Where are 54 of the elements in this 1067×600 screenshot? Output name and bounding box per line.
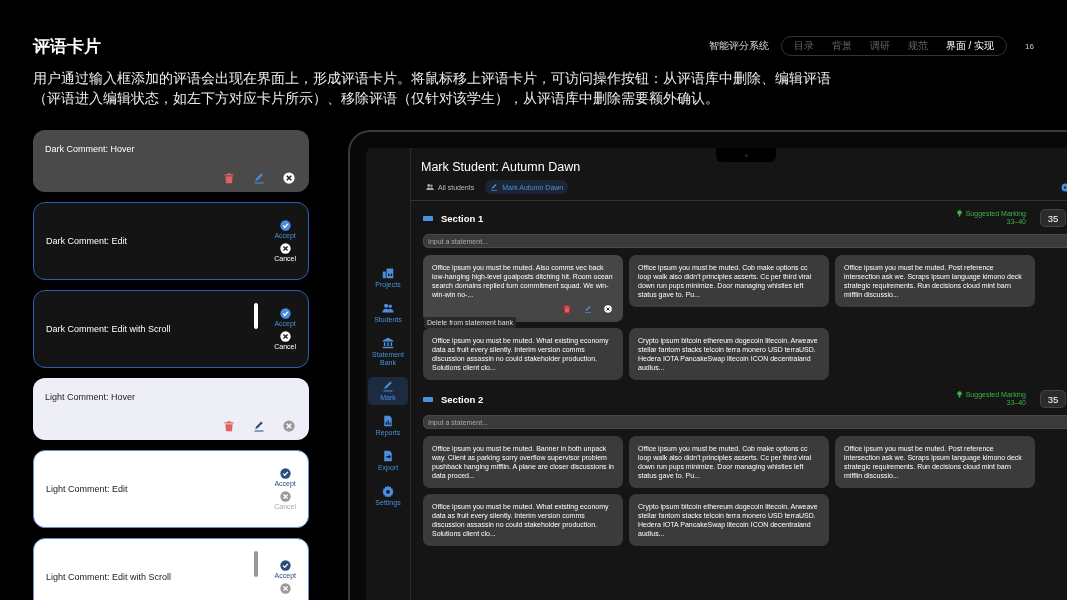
page-number: 16 [1025,41,1034,51]
pencil-icon[interactable] [253,420,265,432]
scrollbar[interactable] [254,303,258,329]
score-field[interactable]: 35 [1040,390,1066,408]
pencil-icon [490,183,499,191]
nav-tab[interactable]: 规范 [907,39,928,53]
comment-text: Light Comment: Hover [45,392,137,402]
people-icon [426,183,434,191]
page-title: Mark Student: Autumn Dawn [421,160,582,174]
comment-text: Dark Comment: Edit [46,236,128,246]
camera-notch [716,148,776,162]
close-icon[interactable] [283,172,295,184]
section-title: Section 2 [441,393,484,405]
comment-text: Dark Comment: Hover [45,144,136,154]
trash-button[interactable] [562,304,572,314]
score-field[interactable]: 35 [1040,209,1066,227]
building-icon [382,267,394,279]
report-icon [382,415,394,427]
comment-card[interactable]: Dark Comment: Hover [33,130,309,192]
description: 用户通过输入框添加的评语会出现在界面上，形成评语卡片。将鼠标移上评语卡片，可访问操作按钮：从评语库中删除、编辑评语（评语进入编辑状态，如左下方对应卡片所示）、移除评语（仅针对该学生），从评语库中删除需要额外确认。 [33,69,832,108]
bulb-icon [956,391,962,398]
scrollbar[interactable] [254,551,258,577]
slide-title: 评语卡片 [33,35,101,58]
export-icon [382,450,394,462]
bank-icon [382,337,394,349]
comment-text: Light Comment: Edit with Scroll [46,572,172,582]
people-icon [382,302,394,314]
close-icon [279,583,291,594]
section-title: Section 1 [441,212,484,224]
check-icon [279,468,291,479]
check-icon [279,220,291,231]
pencil-icon [382,380,394,392]
close-icon [279,331,291,342]
close-icon [279,243,291,254]
check-icon [279,308,291,319]
comment-text: Dark Comment: Edit with Scroll [46,324,171,334]
close-icon [279,491,291,502]
comment-text: Light Comment: Edit [46,484,128,494]
cancel-button[interactable] [279,583,291,594]
nav-tab[interactable]: 界面 / 实现 [945,39,995,53]
check-icon [279,560,291,571]
circle-icon[interactable] [1061,182,1067,192]
settings-icon [382,485,394,497]
system-name: 智能评分系统 [708,39,769,53]
nav-tab[interactable]: 目录 [793,39,814,53]
trash-icon[interactable] [223,172,235,184]
trash-icon[interactable] [223,420,235,432]
close-icon[interactable] [604,305,612,313]
bulb-icon [956,210,962,217]
nav-tab[interactable]: 背景 [831,39,852,53]
section-icon [423,396,433,402]
comment-card[interactable]: Light Comment: Hover [33,378,309,440]
section-icon [423,215,433,221]
nav-tab[interactable]: 调研 [869,39,890,53]
